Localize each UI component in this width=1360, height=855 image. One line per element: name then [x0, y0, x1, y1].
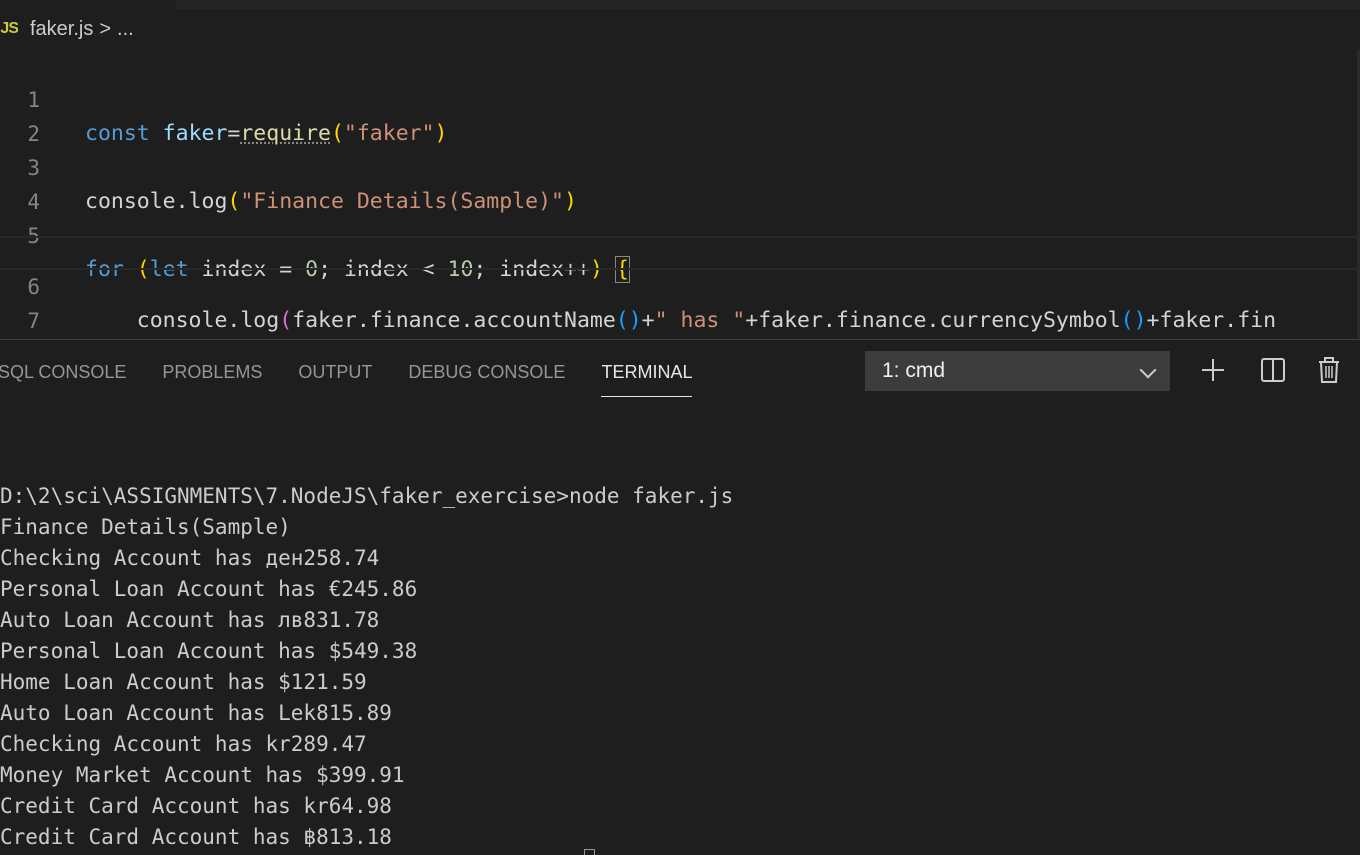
code-line[interactable]: 5 for (let index = 0; index < 10; index+… — [0, 185, 1360, 283]
plus-icon[interactable] — [1199, 356, 1227, 384]
terminal-line: Personal Loan Account has €245.86 — [0, 577, 418, 601]
trash-icon[interactable] — [1315, 356, 1343, 384]
tab-strip-background — [176, 0, 1360, 9]
operator-token: + — [745, 308, 759, 333]
terminal-select[interactable]: 1: cmd — [865, 351, 1170, 391]
terminal-line: Credit Card Account has kr64.98 — [0, 794, 392, 818]
code-line[interactable]: 3 console.log("Finance Details(Sample)") — [0, 117, 1360, 214]
tab-output[interactable]: OUTPUT — [298, 358, 372, 394]
terminal-line: Auto Loan Account has Lek815.89 — [0, 701, 392, 725]
function-token: accountName — [473, 308, 616, 333]
editor-tab-strip — [0, 0, 1360, 10]
operator-token: + — [1146, 308, 1160, 333]
operator-token: . — [926, 308, 940, 333]
operator-token: + — [641, 308, 655, 333]
split-icon[interactable] — [1259, 356, 1287, 384]
terminal-output[interactable]: D:\2\sci\ASSIGNMENTS\7.NodeJS\faker_exer… — [0, 450, 1360, 853]
function-token: log — [240, 308, 280, 333]
code-line[interactable]: 2 — [0, 83, 1360, 146]
variable-token: faker — [758, 308, 823, 333]
string-token: " has " — [654, 308, 746, 333]
variable-token: finance — [835, 308, 927, 333]
operator-token: . — [460, 308, 474, 333]
terminal-line: Personal Loan Account has $549.38 — [0, 639, 418, 663]
terminal-select-value: 1: cmd — [882, 359, 946, 382]
tab-problems[interactable]: PROBLEMS — [162, 358, 262, 394]
tab-terminal[interactable]: TERMINAL — [601, 358, 693, 397]
variable-token: fin — [1237, 308, 1277, 333]
code-text: console.log(faker.finance.accountName()+… — [85, 306, 1276, 336]
code-line[interactable]: 7 } — [0, 270, 1360, 368]
bracket-token: () — [1120, 308, 1147, 333]
code-line[interactable]: 1 const faker=require("faker") — [0, 49, 1360, 146]
operator-token: . — [822, 308, 836, 333]
variable-token: finance — [369, 308, 461, 333]
line-number: 7 — [27, 309, 40, 333]
bracket-token: () — [615, 308, 642, 333]
panel-tabs: SQL CONSOLE PROBLEMS OUTPUT DEBUG CONSOL… — [0, 358, 728, 398]
operator-token: . — [1224, 308, 1238, 333]
breadcrumb-symbols[interactable]: ... — [117, 18, 134, 41]
terminal-command-line: D:\2\sci\ASSIGNMENTS\7.NodeJS\faker_exer… — [0, 484, 734, 508]
operator-token: . — [356, 308, 370, 333]
terminal-line: Auto Loan Account has лв831.78 — [0, 608, 380, 632]
javascript-file-icon: JS — [0, 20, 18, 37]
terminal-line: Money Market Account has $399.91 — [0, 763, 405, 787]
code-line-current[interactable]: 6 console.log(faker.finance.accountName(… — [0, 236, 1360, 333]
variable-token: faker — [1159, 308, 1225, 333]
variable-token: console — [136, 308, 228, 333]
variable-token: faker — [292, 308, 357, 333]
function-token: currencySymbol — [939, 308, 1121, 333]
terminal-line: Credit Card Account has ฿813.18 — [0, 825, 392, 849]
breadcrumb-file[interactable]: faker.js — [30, 18, 93, 41]
terminal-line: Finance Details(Sample) — [0, 515, 291, 539]
chevron-right-icon: > — [99, 17, 112, 40]
breadcrumb: JS faker.js > ... — [0, 14, 600, 44]
operator-token: . — [227, 308, 241, 333]
terminal-line: Checking Account has kr289.47 — [0, 732, 367, 756]
chevron-down-icon — [1139, 361, 1157, 379]
terminal-line: Home Loan Account has $121.59 — [0, 670, 367, 694]
tab-sql-console[interactable]: SQL CONSOLE — [0, 358, 126, 394]
tab-debug-console[interactable]: DEBUG CONSOLE — [408, 358, 565, 394]
code-line[interactable]: 4 — [0, 151, 1360, 214]
terminal-cursor — [584, 849, 595, 855]
terminal-line: Checking Account has ден258.74 — [0, 546, 380, 570]
bottom-panel: SQL CONSOLE PROBLEMS OUTPUT DEBUG CONSOL… — [0, 339, 1360, 855]
code-editor[interactable]: 1 const faker=require("faker") 2 3 conso… — [0, 49, 1360, 368]
bracket-token: ( — [279, 308, 293, 333]
